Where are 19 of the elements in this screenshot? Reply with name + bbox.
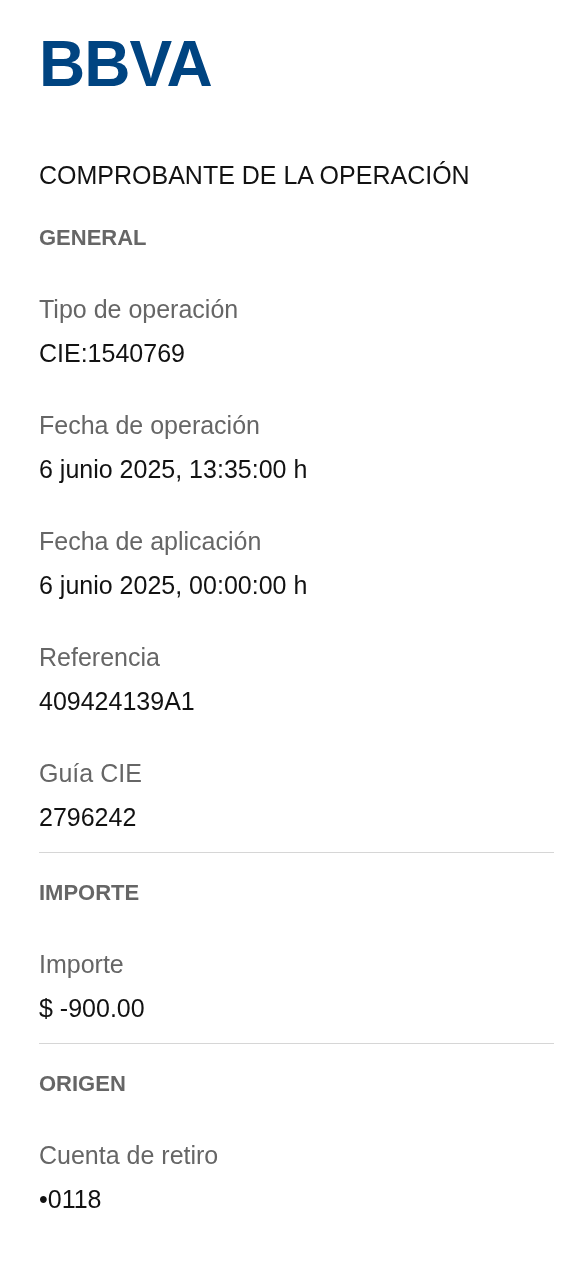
receipt-title: COMPROBANTE DE LA OPERACIÓN: [39, 160, 471, 190]
section-heading: ORIGEN: [39, 1070, 127, 1098]
field-label: Importe: [39, 949, 125, 979]
field-label: Tipo de operación: [39, 294, 240, 324]
field-value: 6 junio 2025, 00:00:00 h: [39, 570, 309, 600]
field-label: Fecha de aplicación: [39, 526, 263, 556]
section-heading: IMPORTE: [39, 879, 141, 907]
field-value: •0118: [39, 1184, 103, 1214]
field-value: CIE:1540769: [39, 338, 186, 368]
field-label: Fecha de operación: [39, 410, 261, 440]
field-value: 2796242: [39, 802, 138, 832]
field-value: 6 junio 2025, 13:35:00 h: [39, 454, 309, 484]
field-value: 409424139A1: [39, 686, 196, 716]
field-value: $ -900.00: [39, 993, 146, 1023]
bbva-logo: BBVA: [39, 34, 212, 94]
field-label: Cuenta de retiro: [39, 1140, 220, 1170]
field-label: Referencia: [39, 642, 161, 672]
field-label: Guía CIE: [39, 758, 143, 788]
section-heading: GENERAL: [39, 224, 148, 252]
